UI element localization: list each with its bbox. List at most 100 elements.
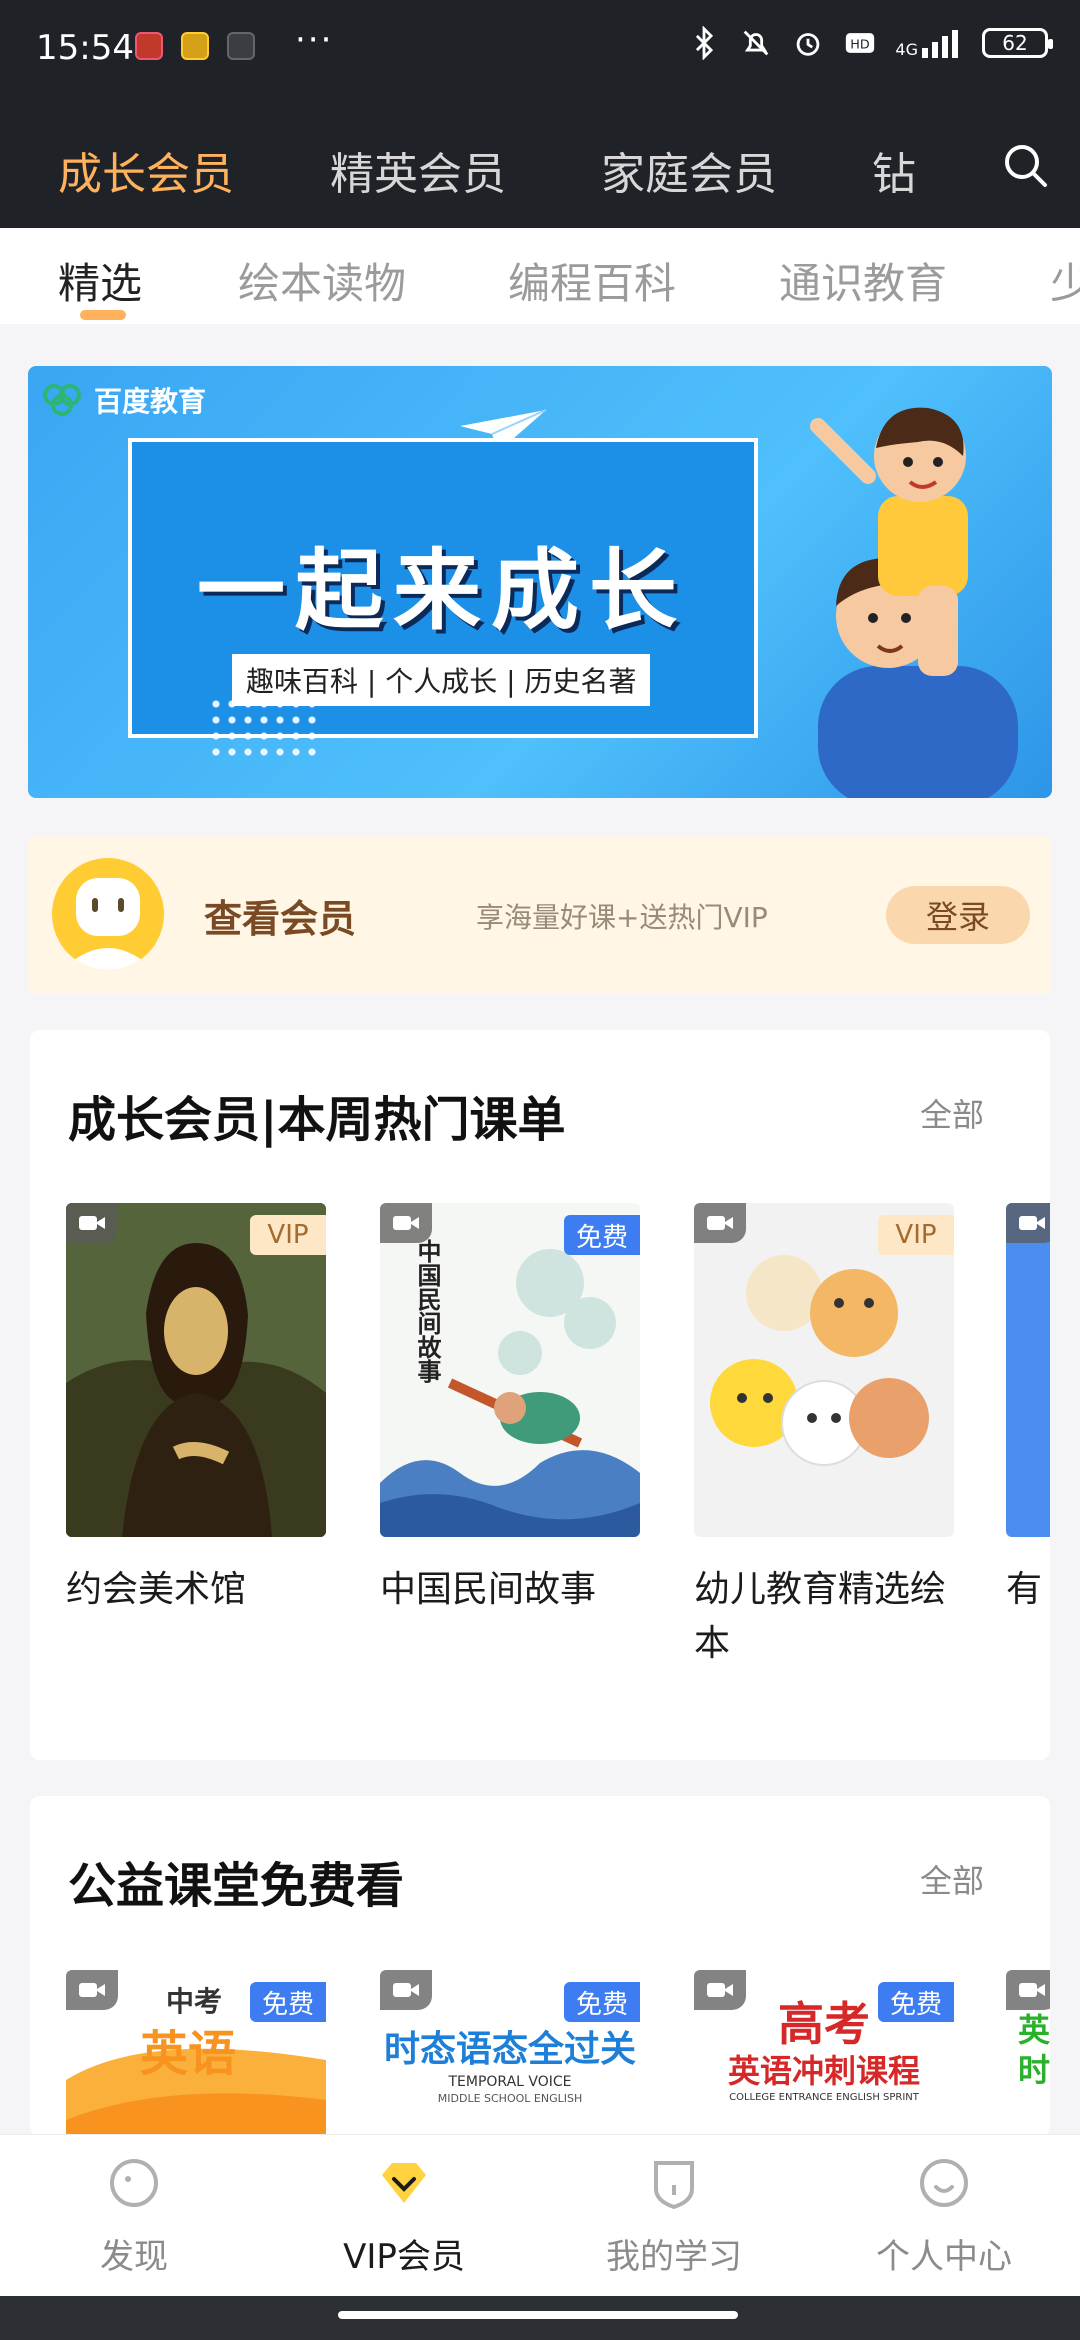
video-camera-icon — [79, 1983, 105, 1997]
signal-indicator: 4G — [895, 28, 964, 58]
thumb-main-text: 时态语态全过关 — [383, 2029, 636, 2070]
thumb-main-text: 英语 — [140, 2026, 237, 2082]
free-courses-section: 公益课堂免费看 全部 中考 英语 免费 时态语态全过关 TEMPORAL VOI… — [30, 1796, 1050, 2136]
video-camera-icon — [707, 1216, 733, 1230]
section-title: 公益课堂免费看 — [68, 1858, 405, 1914]
course-card[interactable]: VIP 幼儿教育精选绘本 — [694, 1203, 954, 1723]
tab-elite-member[interactable]: 精英会员 — [330, 138, 506, 202]
course-thumbnail: VIP — [66, 1203, 326, 1537]
course-title: 中国民间故事 — [380, 1569, 597, 1610]
nav-vip[interactable]: VIP会员 — [304, 2147, 504, 2287]
discover-icon — [110, 2159, 158, 2207]
status-bar: 15:54 ··· HD 4G 62 — [0, 0, 1080, 100]
status-time: 15:54 — [36, 28, 134, 68]
baidu-education-logo: 百度教育 — [40, 380, 206, 420]
video-tag — [694, 1970, 746, 2010]
nav-label: VIP会员 — [343, 2237, 465, 2277]
course-card[interactable]: 高考 英语冲刺课程 COLLEGE ENTRANCE ENGLISH SPRIN… — [694, 1970, 954, 2136]
member-tabs: 成长会员 精英会员 家庭会员 钻 — [0, 100, 1080, 228]
status-notification-icons — [135, 32, 255, 60]
course-card[interactable]: VIP 约会美术馆 — [66, 1203, 326, 1723]
see-all-link[interactable]: 全部 — [920, 1856, 984, 1902]
video-tag — [1006, 1970, 1050, 2010]
course-card[interactable]: 时态语态全过关 TEMPORAL VOICE MIDDLE SCHOOL ENG… — [380, 1970, 640, 2136]
vip-diamond-icon — [382, 2163, 426, 2203]
free-badge: 免费 — [564, 1215, 640, 1255]
view-membership-title: 查看会员 — [204, 897, 357, 941]
course-card[interactable]: 中考 英语 免费 — [66, 1970, 326, 2136]
status-more-dots: ··· — [295, 20, 334, 60]
video-camera-icon — [393, 1216, 419, 1230]
nav-profile[interactable]: 个人中心 — [844, 2147, 1044, 2287]
course-card[interactable]: 有 — [1006, 1203, 1050, 1723]
notification-app-icon — [135, 32, 163, 60]
vip-badge: VIP — [250, 1215, 326, 1255]
nav-label: 个人中心 — [876, 2237, 1012, 2277]
thumb-sub-text: COLLEGE ENTRANCE ENGLISH SPRINT — [729, 2092, 919, 2103]
thumb-sub-text-2: MIDDLE SCHOOL ENGLISH — [437, 2092, 583, 2105]
section-title: 成长会员|本周热门课单 — [68, 1092, 566, 1148]
course-thumbnail — [1006, 1203, 1050, 1537]
nav-label: 我的学习 — [606, 2237, 742, 2277]
tab-featured[interactable]: 精选 — [58, 250, 142, 311]
alarm-icon — [797, 33, 820, 56]
course-card[interactable]: 英时 — [1006, 1970, 1050, 2136]
promo-banner[interactable]: 百度教育 一起来成长 趣味百科 | 个人成长 | 历史名著 — [28, 366, 1052, 798]
tab-coding-encyclopedia[interactable]: 编程百科 — [508, 250, 676, 311]
battery-indicator: 62 — [982, 28, 1053, 58]
bottom-navigation: 发现 VIP会员 我的学习 个人中心 — [0, 2134, 1080, 2296]
hot-courses-section: 成长会员|本周热门课单 全部 VIP 约会美术馆 中国民间故事 免费 中国民间故… — [30, 1030, 1050, 1760]
clover-logo-icon — [43, 384, 81, 416]
home-indicator[interactable] — [338, 2311, 738, 2319]
free-badge: 免费 — [878, 1982, 954, 2022]
hd-icon: HD — [846, 33, 875, 53]
course-title: 约会美术馆 — [66, 1569, 247, 1610]
course-thumbnail: 中考 英语 免费 — [66, 1970, 326, 2136]
nav-discover[interactable]: 发现 — [34, 2147, 234, 2287]
mute-bell-icon — [744, 30, 769, 56]
video-camera-icon — [393, 1983, 419, 1997]
signal-icon — [922, 30, 958, 58]
course-card[interactable]: 中国民间故事 免费 中国民间故事 — [380, 1203, 640, 1723]
bluetooth-icon — [696, 26, 714, 60]
thumb-vertical-title: 中国民间故事 — [413, 1239, 441, 1383]
thumb-main-text: 英语冲刺课程 — [727, 2052, 920, 2090]
nav-label: 发现 — [100, 2237, 168, 2277]
free-badge: 免费 — [250, 1982, 326, 2022]
video-tag — [380, 1203, 432, 1243]
tab-diamond-member[interactable]: 钻 — [872, 138, 916, 202]
video-camera-icon — [1019, 1216, 1045, 1230]
video-tag — [694, 1203, 746, 1243]
member-card[interactable]: 查看会员 享海量好课+送热门VIP 登录 — [28, 836, 1052, 994]
system-navigation-bar — [0, 2296, 1080, 2340]
video-camera-icon — [79, 1216, 105, 1230]
tab-family-member[interactable]: 家庭会员 — [601, 138, 777, 202]
course-title: 幼儿教育精选绘本 — [694, 1569, 947, 1664]
tab-general-education[interactable]: 通识教育 — [779, 250, 947, 311]
status-right-icons: HD 4G 62 — [687, 26, 1053, 60]
tab-picture-books[interactable]: 绘本读物 — [238, 250, 406, 311]
logo-text: 百度教育 — [94, 385, 207, 418]
father-and-child-illustration — [810, 407, 1018, 798]
svg-text:HD: HD — [851, 38, 871, 53]
see-all-link[interactable]: 全部 — [920, 1090, 984, 1136]
membership-subtitle: 享海量好课+送热门VIP — [476, 901, 768, 934]
tab-more[interactable]: 少 — [1050, 250, 1080, 311]
learning-shield-icon — [654, 2161, 694, 2210]
tab-growth-member[interactable]: 成长会员 — [58, 138, 234, 202]
banner-dots — [208, 696, 318, 756]
banner-board: 一起来成长 趣味百科 | 个人成长 | 历史名著 — [128, 438, 758, 738]
thumb-sub-text: TEMPORAL VOICE — [448, 2074, 572, 2090]
video-camera-icon — [1019, 1983, 1045, 1997]
free-badge: 免费 — [564, 1982, 640, 2022]
course-title: 有 — [1006, 1569, 1043, 1610]
nav-my-learning[interactable]: 我的学习 — [574, 2147, 774, 2287]
search-icon[interactable] — [1002, 142, 1050, 190]
active-tab-underline — [80, 310, 126, 320]
vip-badge: VIP — [878, 1215, 954, 1255]
video-tag — [66, 1970, 118, 2010]
video-tag — [66, 1203, 118, 1243]
notification-app-icon — [181, 32, 209, 60]
avatar — [52, 858, 164, 970]
login-button[interactable]: 登录 — [886, 886, 1030, 944]
